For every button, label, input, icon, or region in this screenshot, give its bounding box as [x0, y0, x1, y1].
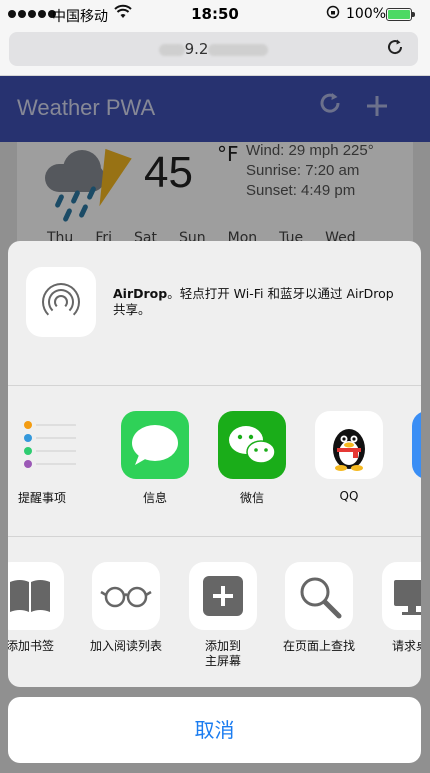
share-app-qq[interactable]: QQ — [309, 411, 389, 503]
share-actions-row: 添加书签 加入阅读列表 添加到主屏幕 在页面上查找 请求桌面 — [8, 538, 421, 687]
status-bar: 中国移动 18:50 100% — [0, 0, 430, 30]
bookmark-icon — [8, 562, 64, 630]
address-bar[interactable]: 9.2 — [9, 32, 418, 66]
messages-icon — [121, 411, 189, 479]
share-app-more[interactable]: 有 — [406, 411, 421, 506]
share-app-reminders[interactable]: 提醒事项 — [8, 411, 82, 506]
airdrop-icon — [26, 267, 96, 337]
rotation-lock-icon — [326, 5, 340, 23]
airdrop-description: AirDrop。轻点打开 Wi-Fi 和蓝牙以通过 AirDrop 共享。 — [113, 286, 394, 317]
reminders-icon — [8, 411, 76, 479]
battery-icon — [386, 8, 415, 21]
browser-toolbar: 9.2 — [0, 30, 430, 76]
share-apps-row: 提醒事项 信息 微信 QQ — [8, 387, 421, 537]
action-add-bookmark[interactable]: 添加书签 — [8, 562, 75, 654]
action-add-to-home-screen[interactable]: 添加到 主屏幕 — [178, 562, 268, 669]
action-find-on-page[interactable]: 在页面上查找 — [274, 562, 364, 654]
reload-icon[interactable] — [386, 37, 404, 61]
more-app-icon — [412, 411, 421, 479]
share-app-messages[interactable]: 信息 — [115, 411, 195, 506]
battery-percent: 100% — [346, 6, 387, 22]
find-on-page-icon — [285, 562, 353, 630]
airdrop-section[interactable]: AirDrop。轻点打开 Wi-Fi 和蓝牙以通过 AirDrop 共享。 — [8, 241, 421, 386]
action-add-reading-list[interactable]: 加入阅读列表 — [81, 562, 171, 654]
url-text: 9.2 — [184, 40, 209, 58]
cancel-button[interactable]: 取消 — [8, 697, 421, 763]
action-request-desktop-site[interactable]: 请求桌面 — [371, 562, 421, 654]
share-app-wechat[interactable]: 微信 — [212, 411, 292, 506]
qq-icon — [315, 411, 383, 479]
request-desktop-icon — [382, 562, 421, 630]
share-sheet: AirDrop。轻点打开 Wi-Fi 和蓝牙以通过 AirDrop 共享。 提醒… — [8, 241, 421, 687]
wechat-icon — [218, 411, 286, 479]
reading-list-icon — [92, 562, 160, 630]
add-to-home-icon — [189, 562, 257, 630]
